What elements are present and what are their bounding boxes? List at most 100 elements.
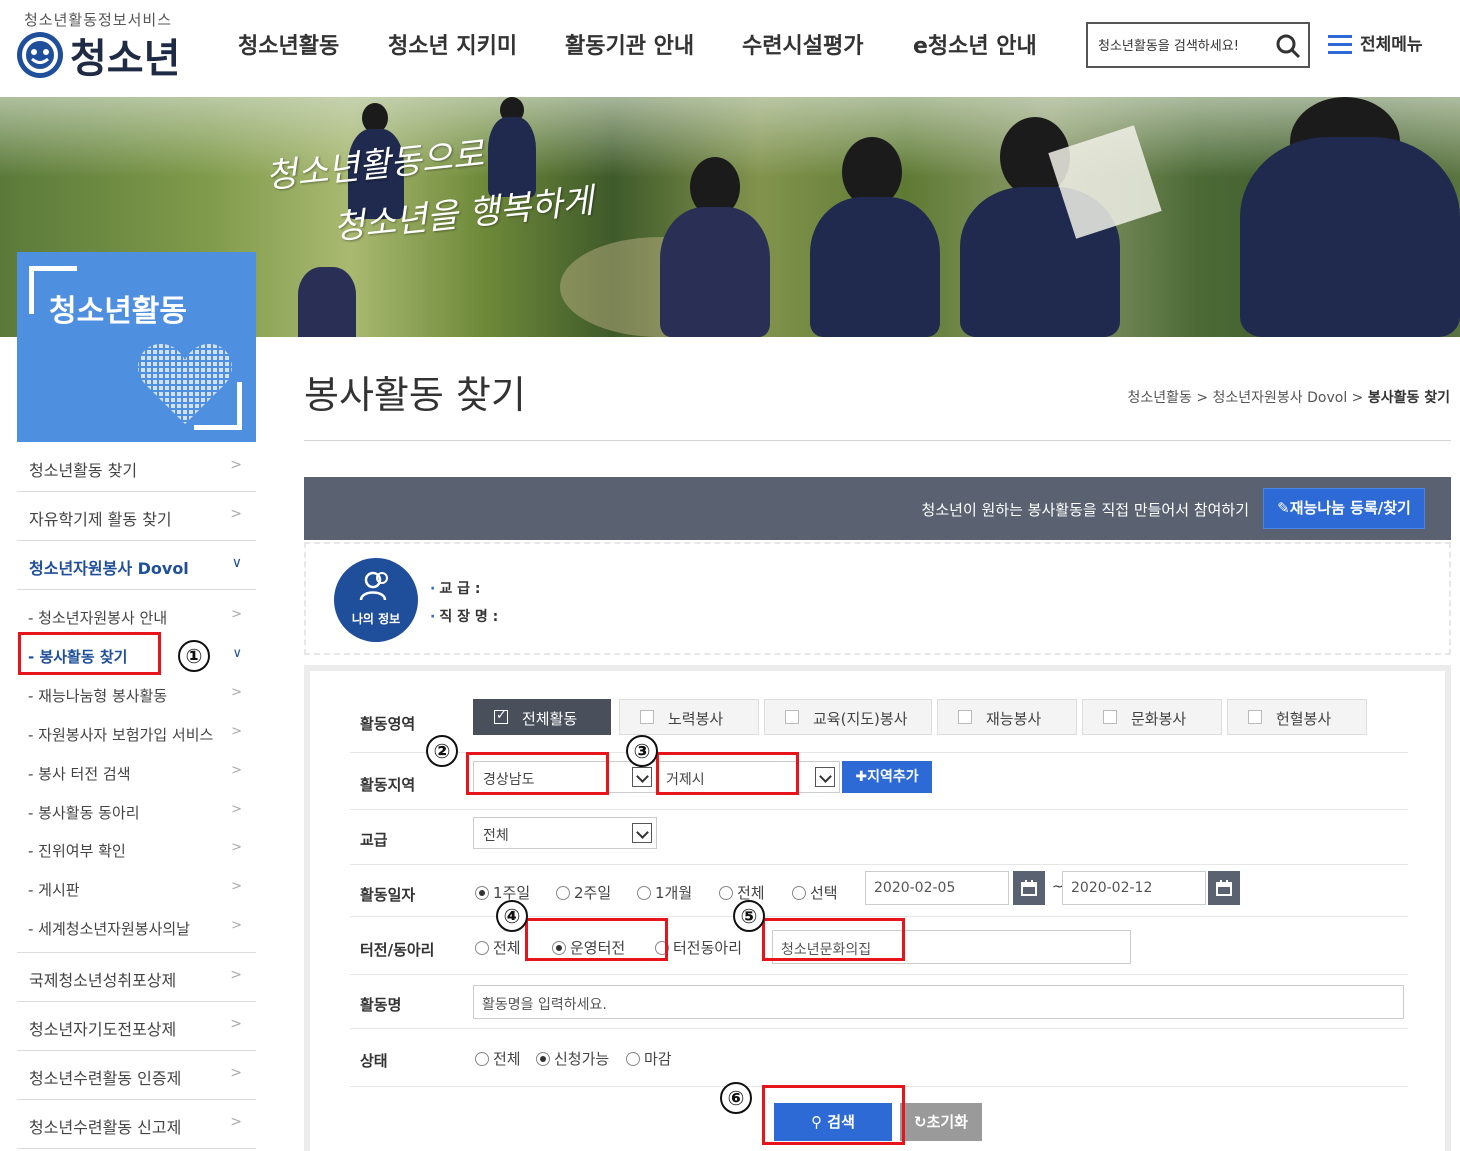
lnb-item-activity-search[interactable]: 청소년활동 찾기 > (17, 443, 256, 492)
lnb-item-dovol[interactable]: 청소년자원봉사 Dovol ∨ (17, 541, 256, 590)
chevron-down-icon (632, 767, 652, 787)
radio-checked-icon (475, 886, 489, 900)
chevron-right-icon: > (230, 967, 242, 983)
lnb-sub-insurance[interactable]: - 자원봉사자 보험가입 서비스 > (17, 724, 256, 746)
reset-button[interactable]: ↻초기화 (900, 1103, 982, 1141)
search-icon[interactable] (1274, 32, 1302, 60)
gnb-org-guide[interactable]: 활동기관 안내 (565, 28, 694, 60)
lnb-item-free-semester[interactable]: 자유학기제 활동 찾기 > (17, 492, 256, 541)
date-2week-radio[interactable]: 2주일 (556, 882, 611, 903)
search-form: 활동영역 전체활동 노력봉사 교육(지도)봉사 재능봉사 문화봉사 헌혈봉사 활… (304, 665, 1451, 1151)
chevron-right-icon: > (230, 506, 242, 522)
calendar-icon[interactable] (1013, 871, 1045, 905)
calendar-icon[interactable] (1208, 871, 1240, 905)
highlight-box-2 (466, 752, 609, 795)
label-grade: 교급 (360, 831, 388, 849)
step-number-4: ④ (496, 900, 528, 932)
lnb-item-report[interactable]: 청소년수련활동 신고제 > (17, 1100, 256, 1149)
search-input[interactable] (1098, 36, 1268, 56)
lnb-sub-board[interactable]: - 게시판 > (17, 879, 256, 901)
radio-checked-icon (536, 1052, 550, 1066)
people-icon (359, 571, 388, 601)
my-info-badge: 나의 정보 (334, 558, 418, 642)
lnb-item-self-challenge[interactable]: 청소년자기도전포상제 > (17, 1002, 256, 1051)
lnb-sub-world-day[interactable]: - 세계청소년자원봉사의날 > (17, 918, 256, 940)
radio-icon (475, 1052, 489, 1066)
label-activity-name: 활동명 (360, 996, 402, 1014)
lnb-item-certification[interactable]: 청소년수련활동 인증제 > (17, 1051, 256, 1100)
date-from-input[interactable]: 2020-02-05 (865, 871, 1009, 905)
all-menu-button[interactable]: 전체메뉴 (1328, 30, 1423, 56)
label-area: 활동영역 (360, 715, 416, 733)
status-closed-radio[interactable]: 마감 (626, 1048, 672, 1069)
status-open-radio[interactable]: 신청가능 (536, 1048, 609, 1069)
all-menu-label: 전체메뉴 (1360, 35, 1423, 55)
step-number-6: ⑥ (720, 1082, 752, 1114)
lnb-sub-talent-volunteer[interactable]: - 재능나눔형 봉사활동 > (17, 685, 256, 707)
chevron-right-icon: > (231, 918, 242, 933)
chevron-down-icon (815, 767, 835, 787)
logo-text[interactable]: 청소년 (70, 26, 180, 84)
area-option-all[interactable]: 전체활동 (473, 699, 611, 735)
chevron-right-icon: > (230, 457, 242, 473)
gnb-youth-activity[interactable]: 청소년활동 (238, 28, 339, 60)
date-1month-radio[interactable]: 1개월 (637, 882, 692, 903)
area-option-blood[interactable]: 헌혈봉사 (1227, 699, 1367, 735)
gnb-e-youth[interactable]: e청소년 안내 (913, 28, 1037, 60)
lnb-sub-dovol-guide[interactable]: - 청소년자원봉사 안내 > (17, 607, 256, 629)
chevron-right-icon: > (231, 802, 242, 817)
lnb-title-box: 청소년활동 (17, 252, 256, 442)
add-region-button[interactable]: ✚지역추가 (842, 761, 932, 793)
talent-register-button[interactable]: ✎재능나눔 등록/찾기 (1263, 488, 1425, 529)
checkbox-icon (1103, 710, 1117, 724)
smile-logo-icon[interactable] (17, 32, 63, 78)
header-search (1086, 22, 1310, 68)
my-info-workplace: · 직 장 명 : (430, 609, 499, 625)
highlight-box-6 (762, 1085, 905, 1145)
lnb-item-intl-award[interactable]: 국제청소년성취포상제 > (17, 953, 256, 1002)
chevron-down-icon (632, 823, 652, 843)
step-number-3: ③ (626, 735, 658, 767)
checkbox-icon (958, 710, 972, 724)
highlight-box-4 (525, 918, 668, 961)
lnb-sub-site-search[interactable]: - 봉사 터전 검색 > (17, 763, 256, 785)
status-all-radio[interactable]: 전체 (475, 1048, 521, 1069)
area-option-labor[interactable]: 노력봉사 (619, 699, 759, 735)
site-header: 청소년활동정보서비스 청소년 청소년활동 청소년 지키미 활동기관 안내 수련시… (0, 0, 1460, 97)
talent-text: 청소년이 원하는 봉사활동을 직접 만들어서 참여하기 (921, 501, 1249, 519)
chevron-right-icon: > (231, 763, 242, 778)
checkbox-icon (785, 710, 799, 724)
step-number-2: ② (426, 735, 458, 767)
my-info-grade: · 교 급 : (430, 581, 481, 597)
grade-select[interactable]: 전체 (473, 817, 657, 849)
heart-icon (138, 343, 232, 424)
lnb-sub-verify[interactable]: - 진위여부 확인 > (17, 840, 256, 862)
radio-icon (719, 886, 733, 900)
activity-name-input[interactable]: 활동명을 입력하세요. (473, 985, 1404, 1019)
breadcrumb: 청소년활동 > 청소년자원봉사 Dovol > 봉사활동 찾기 (1127, 390, 1450, 406)
checkbox-icon (1248, 710, 1262, 724)
highlight-box-1 (18, 632, 161, 675)
gnb-facility-eval[interactable]: 수련시설평가 (742, 28, 863, 60)
talent-banner: 청소년이 원하는 봉사활동을 직접 만들어서 참여하기 ✎재능나눔 등록/찾기 (304, 477, 1451, 540)
gnb-youth-guardian[interactable]: 청소년 지키미 (388, 28, 517, 60)
area-option-culture[interactable]: 문화봉사 (1082, 699, 1222, 735)
area-option-education[interactable]: 교육(지도)봉사 (764, 699, 932, 735)
label-date: 활동일자 (360, 886, 416, 904)
pencil-icon: ✎ (1277, 499, 1290, 517)
lnb-sub-club[interactable]: - 봉사활동 동아리 > (17, 802, 256, 824)
date-all-radio[interactable]: 전체 (719, 882, 765, 903)
chevron-right-icon: > (230, 1065, 242, 1081)
highlight-box-5 (762, 918, 905, 961)
chevron-right-icon: > (230, 1114, 242, 1130)
date-custom-radio[interactable]: 선택 (792, 882, 838, 903)
step-number-1: ① (178, 640, 210, 672)
refresh-icon: ↻ (914, 1113, 927, 1131)
chevron-down-icon: ∨ (232, 646, 242, 661)
club-all-radio[interactable]: 전체 (475, 937, 521, 958)
label-region: 활동지역 (360, 776, 416, 794)
date-1week-radio[interactable]: 1주일 (475, 882, 530, 903)
club-club-radio[interactable]: 터전동아리 (655, 937, 742, 958)
date-to-input[interactable]: 2020-02-12 (1062, 871, 1206, 905)
area-option-talent[interactable]: 재능봉사 (937, 699, 1077, 735)
